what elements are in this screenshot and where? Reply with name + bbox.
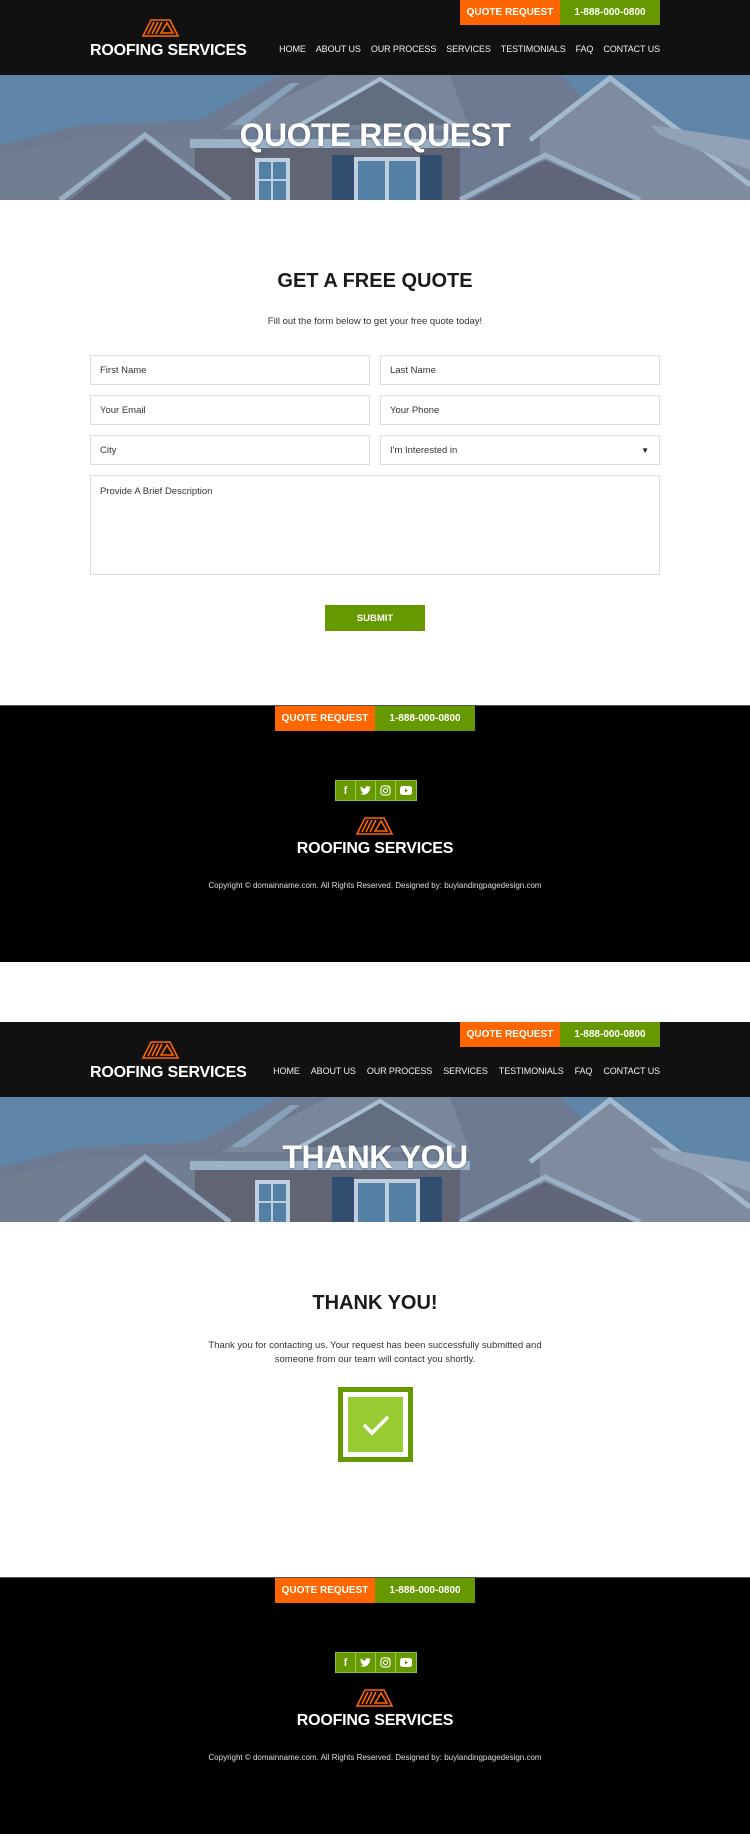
nav-contact-us[interactable]: CONTACT US [603, 1066, 660, 1076]
quote-request-page: ROOFING SERVICES QUOTE REQUEST 1-888-000… [0, 0, 750, 962]
main-nav: HOME ABOUT US OUR PROCESS SERVICES TESTI… [269, 44, 660, 54]
roof-logo-icon [356, 1688, 394, 1708]
section-title: THANK YOU! [312, 1292, 438, 1314]
nav-testimonials[interactable]: TESTIMONIALS [499, 1066, 564, 1076]
logo[interactable]: ROOFING SERVICES [90, 18, 247, 60]
header-cta-group: QUOTE REQUEST 1-888-000-0800 [460, 1022, 660, 1047]
nav-home[interactable]: HOME [273, 1066, 300, 1076]
nav-faq[interactable]: FAQ [575, 1066, 593, 1076]
hero-banner: THANK YOU [0, 1097, 750, 1222]
site-header: ROOFING SERVICES QUOTE REQUEST 1-888-000… [0, 0, 750, 75]
roof-logo-icon [142, 18, 180, 38]
nav-services[interactable]: SERVICES [446, 44, 491, 54]
section-title: GET A FREE QUOTE [277, 270, 473, 292]
logo-text: ROOFING SERVICES [90, 42, 247, 59]
interest-select-value: I'm Interested in [390, 444, 458, 456]
roof-logo-icon [142, 1040, 180, 1060]
section-subtitle: Fill out the form below to get your free… [267, 316, 483, 327]
thank-you-section: THANK YOU! Thank you for contacting us. … [0, 1222, 750, 1577]
hero-title: THANK YOU [282, 1139, 468, 1175]
last-name-input[interactable]: Last Name [380, 355, 660, 385]
youtube-icon[interactable] [396, 1653, 416, 1672]
page-separator [0, 962, 750, 1022]
caret-down-icon: ▼ [641, 445, 649, 455]
copyright-text: Copyright © domainname.com. All Rights R… [208, 881, 542, 890]
site-header: ROOFING SERVICES QUOTE REQUEST 1-888-000… [0, 1022, 750, 1097]
twitter-icon[interactable] [356, 1653, 376, 1672]
nav-contact-us[interactable]: CONTACT US [603, 44, 660, 54]
phone-button[interactable]: 1-888-000-0800 [560, 1022, 660, 1047]
logo[interactable]: ROOFING SERVICES [90, 1040, 247, 1082]
phone-button[interactable]: 1-888-000-0800 [560, 0, 660, 25]
roof-logo-icon [356, 816, 394, 836]
twitter-icon[interactable] [356, 781, 376, 800]
footer-phone-button[interactable]: 1-888-000-0800 [375, 1578, 475, 1603]
footer-logo[interactable]: ROOFING SERVICES [0, 816, 750, 858]
nav-home[interactable]: HOME [279, 44, 306, 54]
footer-logo[interactable]: ROOFING SERVICES [0, 1688, 750, 1730]
main-nav: HOME ABOUT US OUR PROCESS SERVICES TESTI… [262, 1066, 660, 1076]
footer-logo-text: ROOFING SERVICES [296, 840, 454, 857]
hero-title: QUOTE REQUEST [239, 117, 511, 153]
site-footer: QUOTE REQUEST 1-888-000-0800 f ROOFING S… [0, 1577, 750, 1834]
checkmark-icon [362, 1415, 389, 1435]
site-footer: QUOTE REQUEST 1-888-000-0800 f ROOFING S… [0, 705, 750, 962]
logo-text: ROOFING SERVICES [90, 1064, 247, 1081]
quote-request-button[interactable]: QUOTE REQUEST [460, 1022, 560, 1047]
phone-input[interactable]: Your Phone [380, 395, 660, 425]
thank-you-page: ROOFING SERVICES QUOTE REQUEST 1-888-000… [0, 1022, 750, 1834]
footer-logo-text: ROOFING SERVICES [296, 1712, 454, 1729]
footer-quote-request-button[interactable]: QUOTE REQUEST [275, 706, 375, 731]
footer-cta-group: QUOTE REQUEST 1-888-000-0800 [275, 1578, 475, 1603]
interest-select[interactable]: I'm Interested in ▼ [380, 435, 660, 465]
first-name-input[interactable]: First Name [90, 355, 370, 385]
nav-services[interactable]: SERVICES [443, 1066, 488, 1076]
social-links: f [335, 780, 417, 801]
hero-banner: QUOTE REQUEST [0, 75, 750, 200]
instagram-icon[interactable] [376, 781, 396, 800]
nav-about-us[interactable]: ABOUT US [311, 1066, 356, 1076]
quote-request-button[interactable]: QUOTE REQUEST [460, 0, 560, 25]
nav-faq[interactable]: FAQ [576, 44, 594, 54]
social-links: f [335, 1652, 417, 1673]
thank-you-message-line2: someone from our team will contact you s… [274, 1354, 476, 1365]
footer-quote-request-button[interactable]: QUOTE REQUEST [275, 1578, 375, 1603]
footer-phone-button[interactable]: 1-888-000-0800 [375, 706, 475, 731]
submit-button[interactable]: SUBMIT [325, 605, 425, 631]
footer-cta-group: QUOTE REQUEST 1-888-000-0800 [275, 706, 475, 731]
facebook-icon[interactable]: f [336, 781, 356, 800]
success-badge [338, 1387, 413, 1462]
description-textarea[interactable]: Provide A Brief Description [90, 475, 660, 575]
nav-our-process[interactable]: OUR PROCESS [371, 44, 437, 54]
youtube-icon[interactable] [396, 781, 416, 800]
quote-form-section: GET A FREE QUOTE Fill out the form below… [0, 200, 750, 705]
email-input[interactable]: Your Email [90, 395, 370, 425]
facebook-icon[interactable]: f [336, 1653, 356, 1672]
nav-testimonials[interactable]: TESTIMONIALS [501, 44, 566, 54]
nav-our-process[interactable]: OUR PROCESS [367, 1066, 433, 1076]
instagram-icon[interactable] [376, 1653, 396, 1672]
header-cta-group: QUOTE REQUEST 1-888-000-0800 [460, 0, 660, 25]
nav-about-us[interactable]: ABOUT US [316, 44, 361, 54]
thank-you-message-line1: Thank you for contacting us. Your reques… [208, 1340, 542, 1351]
copyright-text: Copyright © domainname.com. All Rights R… [208, 1753, 542, 1762]
city-input[interactable]: City [90, 435, 370, 465]
